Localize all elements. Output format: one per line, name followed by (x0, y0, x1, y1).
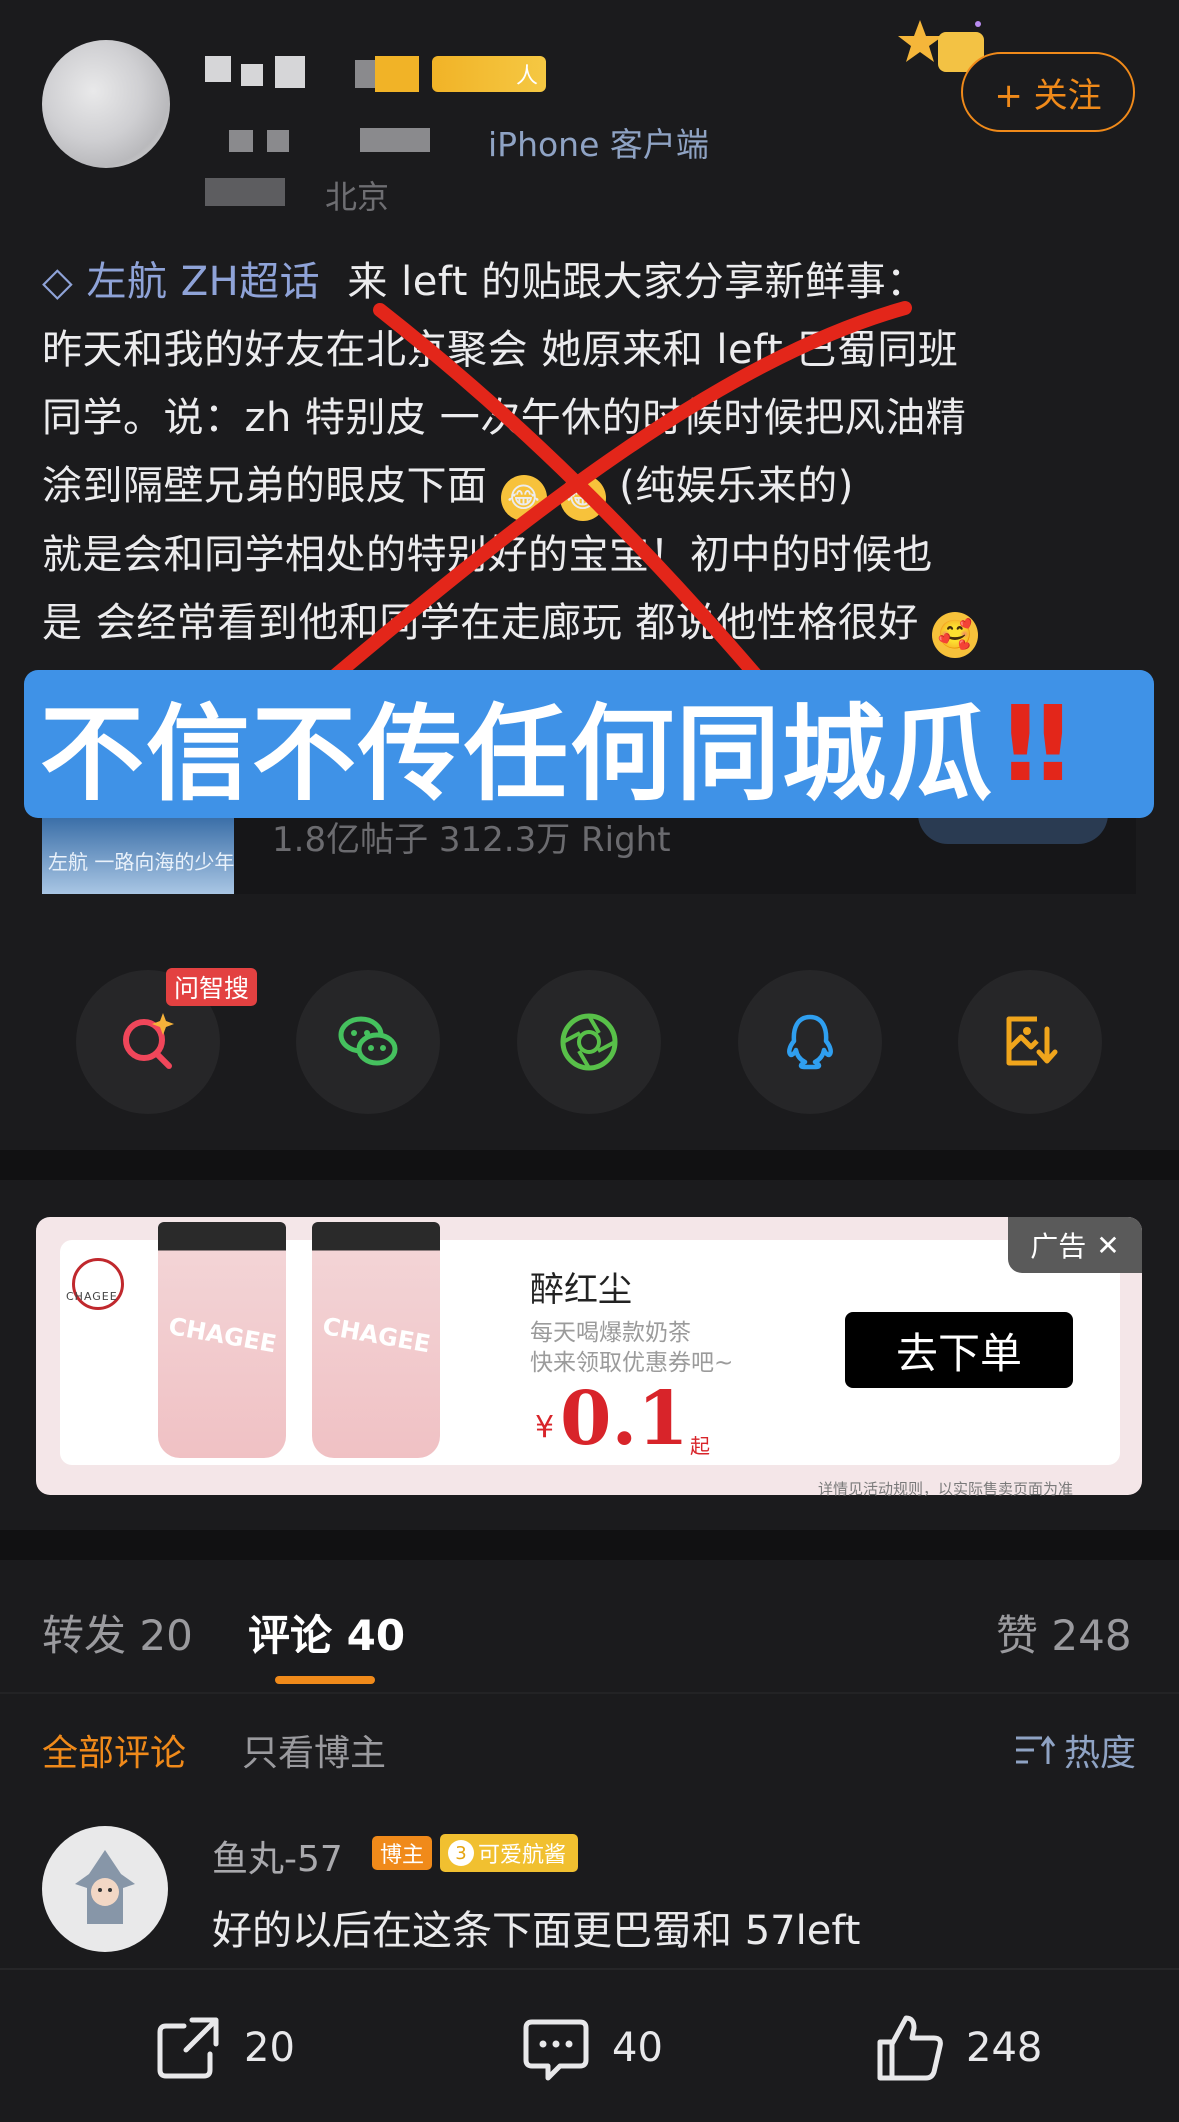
tab-reposts[interactable]: 转发 20 (42, 1602, 193, 1663)
follow-button[interactable]: + 关注 (961, 52, 1135, 132)
moments-share-button[interactable] (517, 970, 661, 1114)
fan-level-badge: 3 可爱航酱 (440, 1834, 579, 1872)
vip-badge: 人 (432, 56, 546, 92)
comment-icon (523, 2019, 589, 2081)
share-icon (157, 2017, 219, 2079)
close-icon: ✕ (1096, 1228, 1120, 1262)
ad-price-symbol: ¥ (535, 1410, 555, 1445)
ad-price-suffix: 起 (690, 1434, 710, 1458)
ad-product-image: CHAGEE (158, 1222, 286, 1458)
cup-brand-text: CHAGEE (320, 1311, 433, 1359)
section-separator (0, 1530, 1179, 1560)
fan-level-icon: 3 (448, 1840, 474, 1866)
qq-share-button[interactable] (738, 970, 882, 1114)
banner-text: 不信不传任何同城瓜 (40, 692, 995, 815)
ad-order-button[interactable]: 去下单 (845, 1312, 1073, 1388)
commenter-name[interactable]: 鱼丸-57 (212, 1830, 343, 1882)
post-location: 北京 (205, 172, 389, 218)
laughing-emoji-icon: 😂 (559, 475, 606, 521)
post-line: 昨天和我的好友在北京聚会 她原来和 left 巴蜀同班 (42, 327, 959, 373)
comment-text: 好的以后在这条下面更巴蜀和 57left (212, 1908, 861, 1954)
sort-icon (1016, 1735, 1056, 1764)
repost-button[interactable]: 20 (150, 2010, 295, 2086)
comment-button[interactable]: 40 (518, 2010, 663, 2086)
ai-search-tag: 问智搜 (166, 968, 258, 1006)
diamond-icon: ◇ (42, 259, 74, 305)
author-avatar[interactable] (42, 40, 170, 168)
post-body: ◇ 左航 ZH超话 来 left 的贴跟大家分享新鲜事： 昨天和我的好友在北京聚… (42, 248, 1152, 658)
love-emoji-icon: 🥰 (932, 612, 979, 658)
post-line: 来 left 的贴跟大家分享新鲜事： (347, 259, 927, 305)
ad-description: 每天喝爆款奶茶 快来领取优惠券吧~ (530, 1320, 734, 1376)
shark-avatar-icon (75, 1850, 135, 1924)
cup-brand-text: CHAGEE (166, 1311, 279, 1359)
post-line: 就是会和同学相处的特别好的宝宝！初中的时候也 (42, 532, 933, 578)
ad-title: 醉红尘 (530, 1270, 632, 1310)
post-line: (纯娱乐来的) (619, 463, 854, 509)
author-badge: 博主 (372, 1836, 433, 1870)
wechat-icon (338, 1016, 398, 1066)
ad-close-button[interactable]: 广告 ✕ (1008, 1217, 1142, 1273)
post-line: 是 会经常看到他和同学在走廊玩 都说他性格很好 (42, 600, 919, 646)
thumbs-up-icon (877, 2015, 943, 2081)
active-tab-indicator (275, 1676, 375, 1684)
tab-comments[interactable]: 评论 40 (248, 1602, 405, 1663)
post-line: 同学。说：zh 特别皮 一次午休的时候时候把风油精 (42, 395, 967, 441)
ad-fine-print: 详情见活动规则，以实际售卖页面为准 (818, 1480, 1074, 1498)
sort-hot-button[interactable]: 热度 (1012, 1724, 1136, 1776)
save-image-share-button[interactable] (958, 970, 1102, 1114)
supertopic-link[interactable]: ◇ 左航 ZH超话 (42, 259, 333, 305)
like-button[interactable]: 248 (872, 2010, 1042, 2086)
supertopic-thumb-text: 左航 一路向海的少年 (48, 850, 235, 874)
section-separator (0, 1150, 1179, 1180)
ad-product-image: CHAGEE (312, 1222, 440, 1458)
moments-icon (560, 1013, 618, 1071)
qq-icon (787, 1014, 833, 1070)
ai-search-icon (123, 1013, 174, 1069)
filter-author-only[interactable]: 只看博主 (242, 1724, 386, 1776)
ad-label: 广告 (1030, 1230, 1087, 1263)
tab-likes[interactable]: 赞 248 (996, 1602, 1132, 1663)
ad-logo-text: CHAGEE (66, 1290, 118, 1303)
commenter-avatar[interactable] (42, 1826, 168, 1952)
post-source: iPhone 客户端 (488, 125, 709, 164)
laughing-emoji-icon: 😂 (500, 475, 547, 521)
save-image-icon (1006, 1016, 1058, 1066)
overlay-banner: 不信不传任何同城瓜 ‼ (24, 670, 1154, 818)
double-exclamation-icon: ‼ (1004, 683, 1070, 805)
post-line: 涂到隔壁兄弟的眼皮下面 (42, 463, 488, 509)
tab-divider (0, 1692, 1179, 1694)
wechat-share-button[interactable] (296, 970, 440, 1114)
ad-price: 0.1 (560, 1376, 689, 1462)
filter-all-comments[interactable]: 全部评论 (42, 1724, 186, 1776)
